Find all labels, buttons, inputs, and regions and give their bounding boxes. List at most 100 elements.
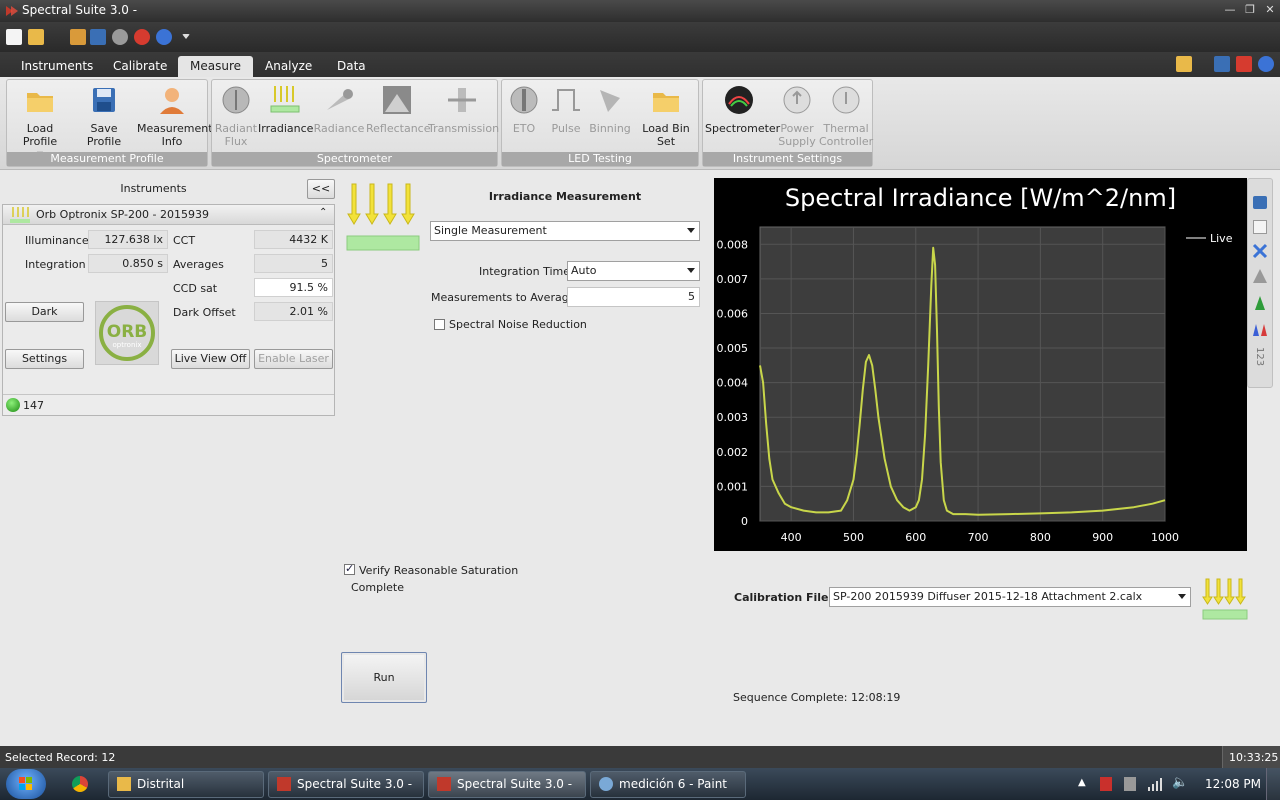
save-icon[interactable] (1214, 56, 1230, 72)
collapse-panel-button[interactable]: << (307, 179, 335, 199)
tab-measure[interactable]: Measure (178, 56, 253, 77)
close-button[interactable]: ✕ (1262, 3, 1278, 17)
radiance-button[interactable]: Radiance (312, 84, 366, 135)
x-tick-label: 700 (968, 531, 989, 544)
tray-flag-icon[interactable] (1124, 777, 1136, 791)
pulse-button[interactable]: Pulse (546, 84, 586, 135)
instrument-card-header[interactable]: Orb Optronix SP-200 - 2015939 ⌃ (3, 205, 334, 225)
y-tick-label: 0.001 (717, 480, 749, 493)
settings-gear-icon[interactable] (112, 29, 128, 45)
ccd-sat-label: CCD sat (173, 282, 218, 295)
power-supply-button[interactable]: Power Supply (775, 84, 819, 148)
start-button[interactable] (6, 769, 46, 799)
number-format-icon[interactable]: 123 (1254, 347, 1265, 366)
tab-analyze[interactable]: Analyze (253, 56, 324, 77)
orb-logo-icon: ORB optronix (99, 305, 155, 361)
enable-laser-button[interactable]: Enable Laser (254, 349, 333, 369)
network-icon[interactable] (1147, 777, 1163, 791)
new-icon[interactable] (6, 29, 22, 45)
reflectance-button[interactable]: Reflectance (366, 84, 431, 135)
peak-colors-icon[interactable] (1252, 321, 1268, 337)
illuminance-label: Illuminance (25, 234, 89, 247)
tray-expand-icon[interactable]: ▲ (1078, 777, 1086, 788)
group-label: Measurement Profile (7, 152, 207, 166)
taskbar-item-paint[interactable]: medición 6 - Paint (590, 771, 746, 798)
tab-calibrate[interactable]: Calibrate (101, 56, 179, 77)
measurements-to-average-input[interactable]: 5 (567, 287, 700, 307)
y-tick-label: 0.006 (717, 307, 749, 320)
run-button[interactable]: Run (341, 652, 427, 703)
verify-saturation-checkbox[interactable]: ✓ (344, 562, 355, 575)
window-title: Spectral Suite 3.0 - (22, 3, 138, 17)
folder-icon (27, 93, 53, 112)
load-profile-button[interactable]: Load Profile ▼ (9, 84, 71, 161)
save-icon[interactable] (90, 29, 106, 45)
save-disk-icon (93, 88, 115, 112)
spectral-noise-reduction-checkbox[interactable] (434, 319, 445, 330)
instrument-card: Orb Optronix SP-200 - 2015939 ⌃ Illumina… (2, 204, 335, 416)
restore-button[interactable]: ❐ (1242, 3, 1258, 17)
dropdown-arrow-icon (1178, 594, 1186, 599)
stop-icon[interactable] (134, 29, 150, 45)
title-bar: Spectral Suite 3.0 - — ❐ ✕ (0, 0, 1280, 22)
y-tick-label: 0.002 (717, 446, 749, 459)
tab-data[interactable]: Data (325, 56, 378, 77)
folder-icon (117, 777, 131, 791)
status-bar: Selected Record: 12 10:33:25 (0, 746, 1280, 768)
spectrometer-settings-button[interactable]: Spectrometer (705, 84, 780, 135)
zoom-fit-icon[interactable] (1252, 243, 1268, 259)
x-tick-label: 600 (905, 531, 926, 544)
live-view-button[interactable]: Live View Off (171, 349, 250, 369)
y-tick-label: 0 (741, 515, 748, 528)
chevron-up-icon[interactable]: ⌃ (319, 207, 327, 218)
import-icon[interactable] (70, 29, 86, 45)
flag-icon[interactable] (1236, 56, 1252, 72)
folder-icon[interactable] (1176, 56, 1192, 72)
taskbar-item-distrital[interactable]: Distrital (108, 771, 264, 798)
save-profile-button[interactable]: Save Profile (73, 84, 135, 148)
measurement-mode-select[interactable]: Single Measurement (430, 221, 700, 241)
quick-access-toolbar (0, 22, 1280, 52)
show-desktop-button[interactable] (1266, 768, 1280, 800)
volume-icon[interactable]: 🔈 (1172, 775, 1188, 790)
measurement-complete-label: Complete (351, 581, 405, 594)
irradiance-button[interactable]: Irradiance (258, 84, 313, 135)
measurements-to-average-label: Measurements to Average (431, 291, 576, 304)
peak-icon[interactable] (1252, 268, 1268, 284)
measurement-info-button[interactable]: Measurement Info (137, 84, 213, 148)
integration-value: 0.850 s (88, 254, 168, 273)
irradiance-arrows-icon (270, 86, 300, 113)
chrome-icon[interactable] (72, 776, 88, 792)
peak-green-icon[interactable] (1252, 295, 1268, 311)
integration-time-select[interactable]: Auto (567, 261, 700, 281)
transmission-button[interactable]: Transmission (428, 84, 499, 135)
y-tick-label: 0.005 (717, 342, 749, 355)
help-icon[interactable] (156, 29, 172, 45)
copy-chart-icon[interactable] (1253, 220, 1267, 234)
instruments-header: Instruments (120, 182, 187, 195)
binning-button[interactable]: Binning (588, 84, 632, 135)
pulse-icon (552, 89, 580, 111)
tray-alert-icon[interactable] (1100, 777, 1112, 791)
load-bin-set-button[interactable]: Load Bin Set (634, 84, 698, 148)
open-icon[interactable] (28, 29, 44, 45)
help-icon[interactable] (1258, 56, 1274, 72)
save-chart-icon[interactable] (1253, 196, 1267, 209)
calibration-file-select[interactable]: SP-200 2015939 Diffuser 2015-12-18 Attac… (829, 587, 1191, 607)
x-tick-label: 1000 (1151, 531, 1179, 544)
taskbar-item-spectral-suite-1[interactable]: Spectral Suite 3.0 - (268, 771, 424, 798)
thermal-controller-button[interactable]: Thermal Controller (819, 84, 873, 148)
status-clock-box: 10:33:25 (1222, 746, 1280, 768)
radiant-flux-button[interactable]: Radiant Flux (214, 84, 258, 148)
group-measurement-profile: Load Profile ▼ Save Profile Measurement … (6, 79, 213, 167)
taskbar-item-spectral-suite-2[interactable]: Spectral Suite 3.0 - (428, 771, 586, 798)
tab-instruments[interactable]: Instruments (9, 56, 105, 77)
instrument-status-row: 147 (3, 394, 334, 415)
customize-dropdown-icon[interactable] (182, 34, 190, 39)
settings-button[interactable]: Settings (5, 349, 84, 369)
windows-taskbar: Distrital Spectral Suite 3.0 - Spectral … (0, 768, 1280, 800)
dark-offset-value: 2.01 % (254, 302, 333, 321)
eto-button[interactable]: ETO (504, 84, 544, 135)
dark-button[interactable]: Dark (5, 302, 84, 322)
minimize-button[interactable]: — (1222, 3, 1238, 17)
